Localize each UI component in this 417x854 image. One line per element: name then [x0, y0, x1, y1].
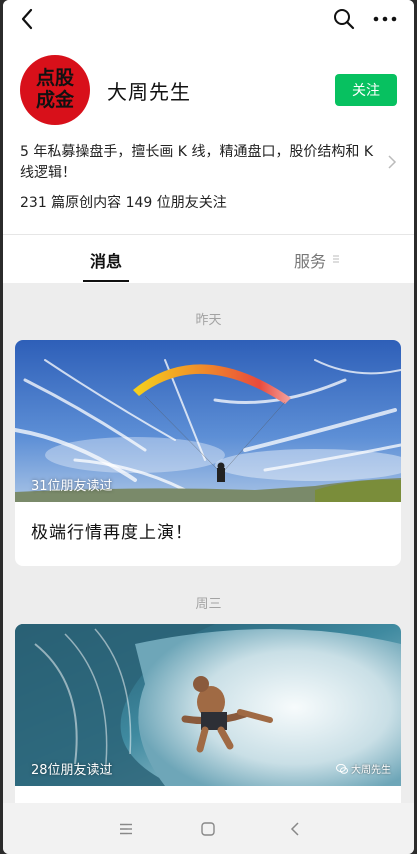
chevron-left-icon [290, 822, 299, 836]
top-nav-bar [3, 0, 414, 38]
article-card[interactable]: 31位朋友读过 极端行情再度上演！ [15, 340, 401, 566]
divider [3, 234, 414, 235]
avatar-logo-text-bottom: 成金 [35, 89, 74, 111]
home-square-icon [201, 822, 215, 836]
search-icon [334, 9, 355, 30]
profile-header: 点股 成金 大周先生 关注 5 年私募操盘手，擅长画 K 线，精通盘口，股价结构… [3, 0, 414, 283]
system-back-button[interactable] [284, 819, 306, 839]
date-label: 周三 [195, 597, 222, 612]
readers-count: 28位朋友读过 [31, 763, 113, 778]
account-stats: 231 篇原创内容 149 位朋友关注 [20, 195, 227, 211]
menu-grip-icon [333, 255, 339, 263]
watermark-text: 大周先生 [351, 765, 391, 776]
home-button[interactable] [197, 819, 219, 839]
chevron-left-icon [21, 8, 33, 30]
menu-icon [120, 823, 132, 835]
search-button[interactable] [331, 6, 357, 32]
readers-count: 31位朋友读过 [31, 479, 113, 494]
recent-apps-button[interactable] [115, 819, 137, 839]
account-bio[interactable]: 5 年私募操盘手，擅长画 K 线，精通盘口，股价结构和 K 线逻辑！ [20, 142, 380, 184]
article-title[interactable]: 极端行情再度上演！ [31, 518, 193, 543]
more-options-button[interactable] [371, 6, 399, 32]
tab-services[interactable]: 服务 [294, 248, 326, 272]
avatar[interactable]: 点股 成金 [20, 55, 90, 125]
account-name: 大周先生 [107, 80, 191, 104]
chevron-right-icon[interactable] [387, 155, 397, 169]
avatar-logo-text-top: 点股 [35, 67, 74, 89]
follow-button[interactable]: 关注 [335, 74, 397, 106]
tab-messages[interactable]: 消息 [90, 248, 122, 272]
wechat-logo-icon [336, 763, 348, 774]
article-card[interactable]: 28位朋友读过 大周先生 [15, 624, 401, 824]
ellipsis-icon [373, 16, 397, 22]
active-tab-indicator [83, 280, 129, 282]
article-cover-image[interactable]: 31位朋友读过 [15, 340, 401, 502]
date-label: 昨天 [195, 313, 222, 328]
back-button[interactable] [15, 6, 39, 32]
image-watermark: 大周先生 [336, 761, 391, 776]
system-nav-bar [3, 803, 414, 854]
phone-screen: 点股 成金 大周先生 关注 5 年私募操盘手，擅长画 K 线，精通盘口，股价结构… [3, 0, 414, 854]
article-cover-image[interactable]: 28位朋友读过 大周先生 [15, 624, 401, 786]
